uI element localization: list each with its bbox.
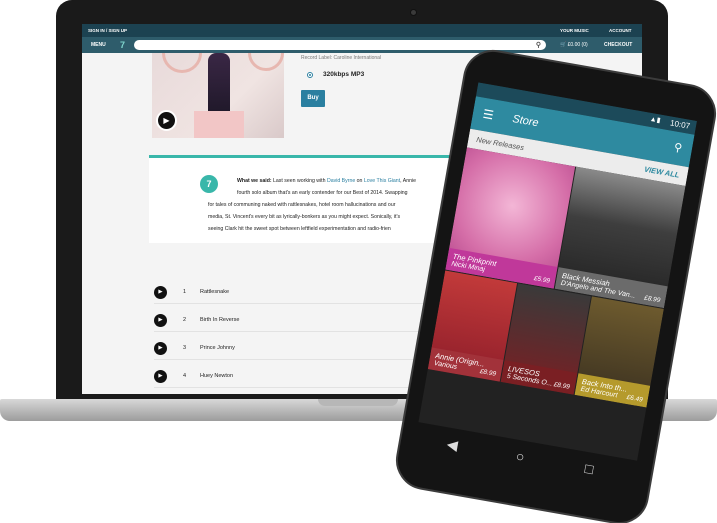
review-text: Last seen working with	[271, 178, 327, 184]
release-price: £8.99	[479, 368, 497, 378]
review-link-album[interactable]: Love This Giant	[364, 178, 400, 184]
search-input[interactable]: ⚲	[134, 40, 546, 50]
album-play-button[interactable]: ▶	[156, 110, 177, 131]
home-icon[interactable]: ○	[515, 448, 526, 465]
cover-ring-right	[248, 53, 284, 71]
view-all-link[interactable]: VIEW ALL	[643, 165, 680, 180]
release-price: £6.49	[626, 393, 644, 404]
cover-throne	[194, 111, 244, 138]
release-tile[interactable]: Black Messiah D'Angelo and The Van... £8…	[554, 166, 686, 309]
menu-button[interactable]: MENU	[91, 42, 106, 48]
review-line-5: seeing Clark hit the sweet spot between …	[208, 226, 391, 232]
checkout-button[interactable]: CHECKOUT	[604, 42, 632, 48]
track-title: Prince Johnny	[200, 345, 235, 351]
review-line-2: fourth solo album that's an early conten…	[237, 190, 408, 196]
tile-caption: LIVESOS 5 Seconds O... £8.99	[500, 360, 578, 395]
product-composite: SIGN IN / SIGN UP YOUR MUSIC ACCOUNT MEN…	[0, 0, 717, 523]
site-logo[interactable]: 7	[120, 40, 125, 50]
review-label: What we said:	[237, 178, 272, 184]
cart-link[interactable]: 🛒 £0.00 (0)	[560, 42, 588, 48]
account-link[interactable]: ACCOUNT	[609, 28, 632, 33]
cover-ring-left	[162, 53, 202, 73]
buy-button[interactable]: Buy	[301, 90, 325, 107]
track-title: Huey Newton	[200, 373, 234, 379]
review-line-1: What we said: Last seen working with Dav…	[237, 178, 416, 184]
review-line-4: media, St. Vincent's every bit as lyrica…	[208, 214, 401, 220]
track-play-icon[interactable]: ▶	[154, 342, 167, 355]
your-music-link[interactable]: YOUR MUSIC	[560, 28, 589, 33]
nav-bar: MENU 7 ⚲ 🛒 £0.00 (0) CHECKOUT	[82, 37, 642, 53]
app-title: Store	[511, 112, 540, 130]
release-price: £8.99	[553, 381, 571, 391]
top-bar: SIGN IN / SIGN UP YOUR MUSIC ACCOUNT	[82, 24, 642, 37]
track-play-icon[interactable]: ▶	[154, 370, 167, 383]
review-text: on	[355, 178, 364, 184]
review-logo-icon: 7	[200, 175, 218, 193]
review-box: 7 What we said: Last seen working with D…	[149, 155, 479, 243]
format-radio[interactable]	[307, 72, 313, 78]
back-icon[interactable]: ◀	[446, 436, 459, 455]
tile-caption: Back Into th... Ed Harcourt £6.49	[574, 373, 651, 408]
signin-link[interactable]: SIGN IN / SIGN UP	[88, 28, 127, 33]
tile-caption: Annie (Origin... Various £8.99	[427, 347, 504, 382]
signal-icon: ▲▮	[649, 115, 662, 125]
track-title: Birth In Reverse	[200, 317, 240, 323]
review-line-3: for tales of communing naked with rattle…	[208, 202, 396, 208]
track-number: 4	[183, 373, 187, 379]
format-label: 320kbps MP3	[323, 71, 365, 78]
review-text: , Annie	[400, 178, 417, 184]
record-label: Record Label: Caroline International	[301, 55, 382, 61]
laptop-notch	[318, 399, 398, 406]
cart-total: £0.00 (0)	[567, 42, 588, 48]
track-title: Rattlesnake	[200, 289, 230, 295]
track-play-icon[interactable]: ▶	[154, 314, 167, 327]
release-price: £5.99	[533, 275, 551, 285]
track-number: 3	[183, 345, 187, 351]
status-time: 10:07	[669, 118, 691, 131]
release-tile[interactable]: The Pinkprint Nicki Minaj £5.99	[445, 147, 576, 289]
release-price: £8.99	[643, 294, 661, 305]
cart-icon: 🛒	[560, 42, 567, 48]
cover-figure	[208, 53, 230, 115]
hamburger-menu-icon[interactable]: ☰	[482, 107, 495, 123]
track-number: 1	[183, 289, 187, 295]
search-icon[interactable]: ⚲	[673, 140, 683, 154]
search-icon[interactable]: ⚲	[536, 41, 541, 49]
webcam	[410, 9, 417, 16]
review-link-artist[interactable]: David Byrne	[327, 178, 355, 184]
track-number: 2	[183, 317, 187, 323]
recent-apps-icon[interactable]: □	[584, 460, 595, 477]
track-play-icon[interactable]: ▶	[154, 286, 167, 299]
